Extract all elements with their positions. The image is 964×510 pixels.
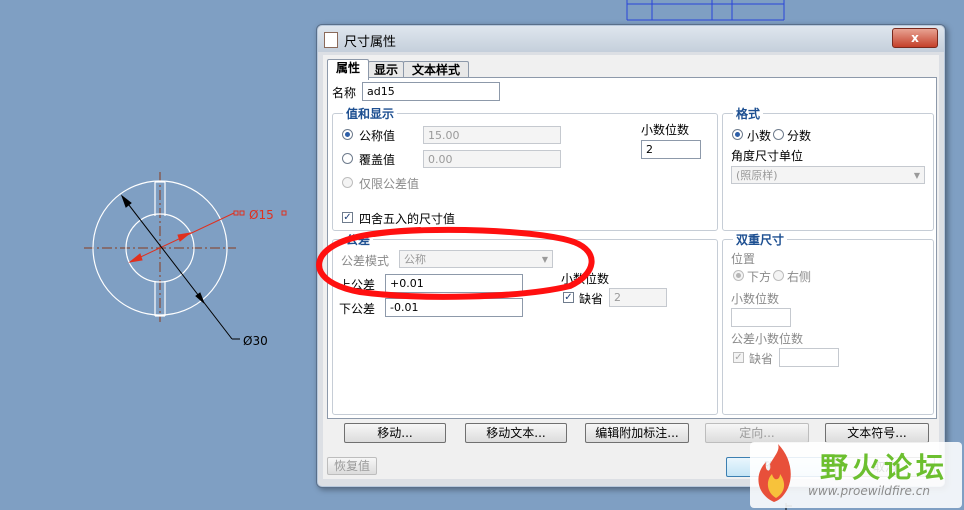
tolerance-only-label: 仅限公差值 — [359, 177, 420, 191]
value-display-title: 值和显示 — [343, 105, 398, 122]
watermark-url: www.proewildfire.cn — [808, 484, 930, 498]
properties-panel: 名称 ad15 值和显示 公称值 15.00 覆盖值 0.00 仅限公差值 小数… — [316, 77, 937, 419]
dim-15-text: Ø15 — [249, 208, 274, 222]
dual-tol-decimals-input[interactable] — [779, 348, 839, 367]
nominal-radio[interactable] — [342, 129, 353, 140]
override-value-input[interactable]: 0.00 — [423, 150, 561, 168]
orient-button[interactable]: 定向... — [705, 423, 809, 443]
override-label: 覆盖值 — [359, 153, 396, 167]
decimals-input[interactable]: 2 — [641, 140, 701, 159]
tolerance-decimals-input[interactable]: 2 — [609, 288, 667, 307]
dim-diameter-30 — [120, 194, 240, 340]
decimal-radio[interactable] — [732, 129, 743, 140]
decimal-label: 小数 — [747, 129, 772, 143]
name-input[interactable]: ad15 — [362, 82, 500, 101]
watermark-title: 野火论坛 — [820, 451, 949, 484]
fraction-label: 分数 — [787, 129, 812, 143]
tab-properties[interactable]: 属性 — [327, 59, 369, 80]
flame-logo-icon — [758, 444, 791, 502]
angle-unit-label: 角度尺寸单位 — [731, 149, 804, 163]
move-button[interactable]: 移动... — [344, 423, 446, 443]
nominal-label: 公称值 — [359, 129, 396, 143]
restore-button[interactable]: 恢复值 — [327, 457, 377, 475]
close-button[interactable]: x — [892, 28, 938, 48]
decimals-label: 小数位数 — [641, 123, 690, 137]
lower-tolerance-label: 下公差 — [339, 302, 376, 316]
value-display-group: 值和显示 公称值 15.00 覆盖值 0.00 仅限公差值 小数位数 2 ✓ 四… — [332, 105, 718, 231]
move-text-button[interactable]: 移动文本... — [465, 423, 567, 443]
position-label: 位置 — [731, 252, 756, 266]
centerlines — [84, 172, 236, 322]
dual-dimension-title: 双重尺寸 — [733, 231, 788, 248]
below-label: 下方 — [747, 270, 772, 284]
dim-30-text: Ø30 — [243, 334, 268, 348]
nominal-value-input[interactable]: 15.00 — [423, 126, 561, 144]
below-radio[interactable] — [733, 270, 744, 281]
fraction-radio[interactable] — [773, 129, 784, 140]
dialog-title: 尺寸属性 — [344, 35, 397, 50]
table-fragment — [626, 0, 785, 21]
dual-decimals-input[interactable] — [731, 308, 791, 327]
format-title: 格式 — [733, 105, 764, 122]
angle-unit-select[interactable]: (照原样) ▼ — [731, 166, 925, 184]
round-checkbox[interactable]: ✓ — [342, 212, 353, 223]
dialog-client: 属性 显示 文本样式 名称 ad15 值和显示 公称值 15.00 覆盖值 0.… — [316, 55, 939, 479]
right-label: 右侧 — [787, 270, 812, 284]
document-icon — [324, 32, 338, 48]
dialog-titlebar[interactable]: 尺寸属性 x — [318, 26, 944, 52]
dropdown-arrow-icon: ▼ — [913, 171, 920, 180]
override-radio[interactable] — [342, 153, 353, 164]
dual-default-label: 缺省 — [749, 352, 774, 366]
edit-attached-note-button[interactable]: 编辑附加标注... — [585, 423, 689, 443]
format-group: 格式 小数 分数 角度尺寸单位 (照原样) ▼ — [722, 105, 934, 231]
red-annotation-ellipse — [316, 226, 595, 300]
angle-unit-value: (照原样) — [736, 169, 778, 182]
forum-watermark: 野火论坛 www.proewildfire.cn — [750, 442, 962, 508]
right-radio[interactable] — [773, 270, 784, 281]
dual-default-checkbox[interactable]: ✓ — [733, 352, 744, 363]
round-label: 四舍五入的尺寸值 — [359, 212, 456, 226]
name-label: 名称 — [332, 86, 357, 100]
dual-dimension-group: 双重尺寸 位置 下方 右侧 小数位数 公差小数位数 ✓ 缺省 — [722, 231, 934, 415]
tolerance-only-radio[interactable] — [342, 177, 353, 188]
text-symbol-button[interactable]: 文本符号... — [825, 423, 929, 443]
dual-decimals-label: 小数位数 — [731, 292, 780, 306]
dual-tol-decimals-label: 公差小数位数 — [731, 332, 804, 346]
dimension-properties-dialog: 尺寸属性 x 属性 显示 文本样式 名称 ad15 值和显示 公称值 15.00… — [316, 24, 946, 488]
